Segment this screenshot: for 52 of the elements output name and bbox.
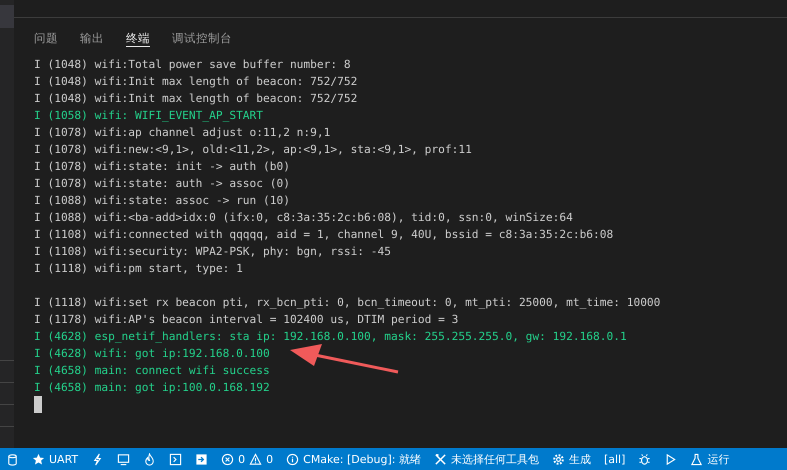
status-bar-item[interactable]: UART (32, 452, 78, 466)
status-bar-item[interactable]: CMake: [Debug]: 就绪 (286, 452, 421, 466)
status-bar-button[interactable] (195, 452, 208, 466)
tools-icon (434, 452, 447, 466)
log-line: I (1108) wifi:connected with qqqqq, aid = 1, channel 9, 40U, bssid = c8:3a:35:2c:b6:08 (34, 227, 614, 243)
panel-tab[interactable]: 终端 (126, 28, 150, 47)
star-icon (32, 452, 45, 466)
status-bar-button[interactable] (169, 452, 182, 466)
log-line: I (4658) main: got ip:100.0.168.192 (34, 380, 271, 396)
info-icon (286, 452, 300, 466)
bug-icon (638, 452, 652, 466)
log-line: I (4658) main: connect wifi success (34, 363, 271, 379)
log-line: I (1078) wifi:new:<9,1>, old:<11,2>, ap:<9,1>, sta:<9,1>, prof:11 (34, 142, 473, 158)
log-line: I (1178) wifi:AP's beacon interval = 102400 us, DTIM period = 3 (34, 312, 460, 328)
status-bar-button[interactable] (143, 452, 156, 466)
log-line: I (1078) wifi:state: auth -> assoc (0) (34, 176, 291, 192)
log-line: I (4628) wifi: got ip:192.168.0.100 (34, 346, 271, 362)
log-line: I (1078) wifi:state: init -> auth (b0) (34, 159, 291, 175)
settings-icon (552, 452, 565, 466)
panel-tab[interactable]: 调试控制台 (172, 28, 232, 47)
panel-tab[interactable]: 问题 (34, 28, 58, 47)
status-bar-button[interactable] (638, 452, 652, 466)
flask-icon (690, 452, 704, 466)
log-line: I (1118) wifi:pm start, type: 1 (34, 261, 244, 277)
log-line: I (4628) esp_netif_handlers: sta ip: 192.168.0.100, mask: 255.255.255.0, gw: 192.168.0.1 (34, 329, 628, 345)
panel-tab[interactable]: 输出 (80, 28, 104, 47)
status-bar-button[interactable] (664, 452, 678, 466)
log-line: I (1078) wifi:ap channel adjust o:11,2 n:9,1 (34, 125, 332, 141)
log-line: I (1048) wifi:Init max length of beacon: 752/752 (34, 91, 358, 107)
warning-icon (249, 452, 262, 466)
status-bar-item[interactable]: [all] (604, 452, 626, 466)
status-bar-item[interactable]: 未选择任何工具包 (434, 452, 539, 466)
log-line: I (1118) wifi:set rx beacon pti, rx_bcn_pti: 0, bcn_timeout: 0, mt_pti: 25000, mt_time: 10000 (34, 295, 662, 311)
status-bar-item[interactable]: 生成 (552, 452, 591, 466)
database-icon (6, 452, 19, 466)
log-line: I (1048) wifi:Total power save buffer number: 8 (34, 57, 352, 73)
status-bar-button[interactable] (6, 452, 19, 466)
log-line: I (1058) wifi: WIFI_EVENT_AP_START (34, 108, 264, 124)
status-bar-item[interactable]: 运行 (690, 452, 730, 466)
terminal-icon (169, 452, 182, 466)
log-line: I (1088) wifi:<ba-add>idx:0 (ifx:0, c8:3a:35:2c:b6:08), tid:0, ssn:0, winSize:64 (34, 210, 574, 226)
flame-icon (143, 452, 156, 466)
problems-indicator[interactable]: 0 0 (221, 452, 274, 466)
terminal-cursor (34, 396, 42, 413)
status-bar-button[interactable] (117, 452, 130, 466)
log-line: I (1048) wifi:Init max length of beacon: 752/752 (34, 74, 358, 90)
arrow-box-icon (195, 452, 208, 466)
log-line: I (1108) wifi:security: WPA2-PSK, phy: bgn, rssi: -45 (34, 244, 392, 260)
error-icon (221, 452, 234, 466)
monitor-icon (117, 452, 130, 466)
log-line: I (1088) wifi:state: assoc -> run (10) (34, 193, 291, 209)
play-icon (664, 452, 678, 466)
